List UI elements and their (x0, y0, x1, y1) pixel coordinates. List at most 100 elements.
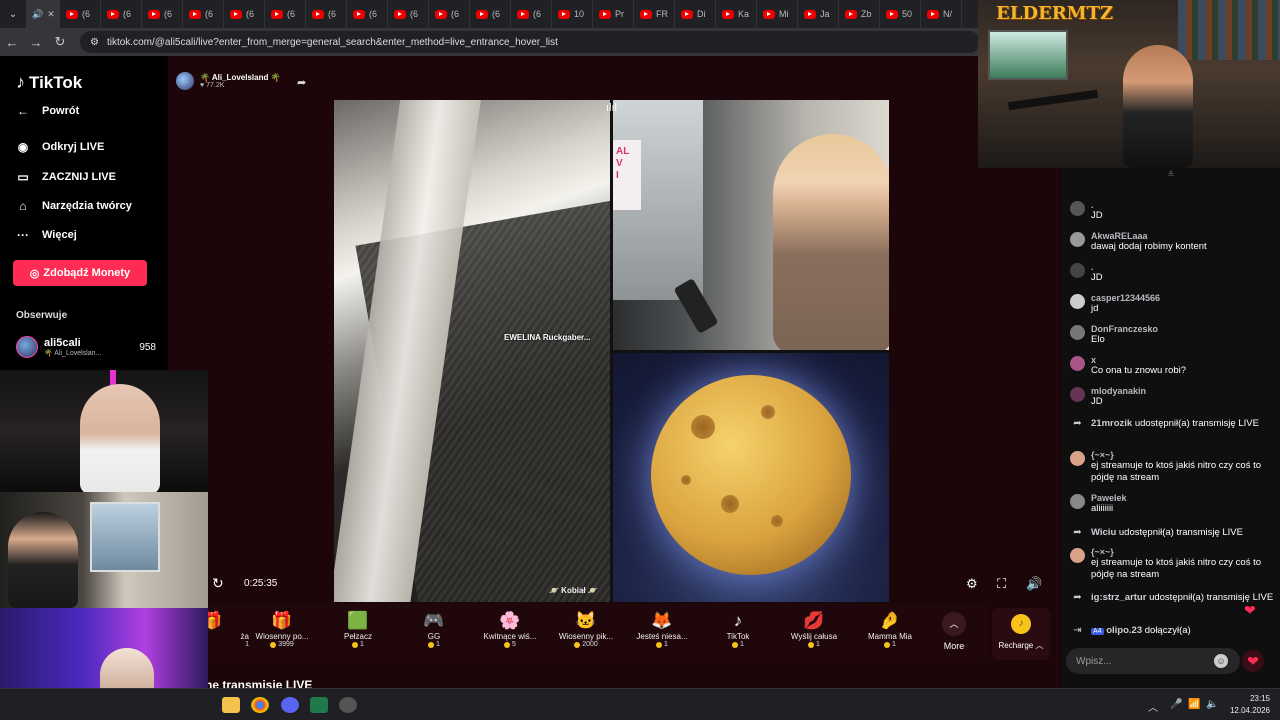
chat-username[interactable]: {~×~} (1091, 547, 1276, 557)
browser-tab[interactable]: Di (675, 0, 716, 28)
browser-tab[interactable]: (6 (142, 0, 183, 28)
sidebar-item-go-live[interactable]: ▭ ZACZNIJ LIVE (14, 170, 116, 184)
following-item[interactable]: ali5cali 🌴 Ali_Lovelslan... 958 (16, 334, 156, 360)
gift-item[interactable]: ♪ TikTok 1 (701, 610, 775, 648)
sidebar-item-creator-tools[interactable]: ⌂ Narzędzia twórcy (14, 199, 132, 213)
browser-tab[interactable]: (6 (306, 0, 347, 28)
tab-search-button[interactable]: ⌄ (0, 0, 26, 28)
browser-tab[interactable]: N/ (921, 0, 962, 28)
chat-username[interactable]: x (1091, 355, 1186, 365)
speaker-icon[interactable]: 🔈 (1206, 699, 1218, 710)
browser-tab[interactable]: Ja (798, 0, 839, 28)
gift-item[interactable]: 🤌 Mamma Mia 1 (853, 610, 927, 648)
browser-tab-active[interactable]: 🔊 ✕ (26, 0, 60, 28)
settings-icon[interactable]: ⚙ (966, 576, 978, 592)
chat-text: Co ona tu znowu robi? (1091, 365, 1187, 376)
refresh-icon[interactable]: ↻ (212, 575, 224, 592)
gift-item[interactable]: 🐱 Wiosenny pik... 2000 (549, 610, 623, 648)
address-bar[interactable]: ⚙ tiktok.com/@ali5cali/live?enter_from_m… (80, 31, 980, 53)
avatar[interactable] (1070, 356, 1085, 371)
gift-item[interactable]: 🌸 Kwitnące wiś... 5 (473, 610, 547, 648)
avatar[interactable] (1070, 548, 1085, 563)
tray-chevron-icon[interactable]: ︿ (1148, 699, 1158, 714)
browser-tab[interactable]: (6 (265, 0, 306, 28)
browser-tab[interactable]: (6 (347, 0, 388, 28)
back-arrow-icon[interactable]: ← (0, 28, 24, 56)
chat-username[interactable]: DonFranczesko (1091, 324, 1158, 334)
obs-icon[interactable] (339, 697, 357, 713)
browser-tab[interactable]: (6 (101, 0, 142, 28)
browser-tab[interactable]: Zb (839, 0, 880, 28)
recharge-label: Recharge ︿ (998, 641, 1044, 650)
site-info-icon[interactable]: ⚙ (90, 37, 99, 48)
close-tab-icon[interactable]: ✕ (47, 9, 55, 20)
youtube-icon (804, 9, 816, 19)
avatar[interactable] (1070, 263, 1085, 278)
recharge-button[interactable]: ♪ Recharge ︿ (992, 608, 1050, 660)
volume-icon[interactable]: 🔊 (1026, 576, 1042, 592)
gift-item[interactable]: 🎮 GG 1 (397, 610, 471, 648)
gift-item[interactable]: 🎁 Wiosenny po... 3999 (245, 610, 319, 648)
chat-username[interactable]: {~×~} (1091, 450, 1276, 460)
chat-username[interactable]: mlodyanakin (1091, 386, 1146, 396)
avatar[interactable] (1070, 294, 1085, 309)
browser-tab[interactable]: 50 (880, 0, 921, 28)
chat-join-notice: ⇥ A4 olipo.23 dołączył(a) (1070, 625, 1276, 640)
get-coins-button[interactable]: ◎ Zdobądź Monety (13, 260, 147, 286)
host-info[interactable]: 🌴 Ali_Lovelsland 🌴 ♥ 77.2K (176, 72, 281, 90)
avatar[interactable] (1070, 325, 1085, 340)
gift-price: 5 (473, 641, 547, 648)
chat-username[interactable]: ig:strz_artur (1091, 592, 1146, 603)
chat-username[interactable]: olipo.23 (1106, 625, 1142, 636)
browser-tab[interactable]: (6 (60, 0, 101, 28)
back-button[interactable]: ← Powrót (14, 104, 79, 118)
avatar[interactable] (1070, 201, 1085, 216)
tiktok-logo[interactable]: ♪ TikTok (16, 72, 82, 93)
chat-username[interactable]: casper12344566 (1091, 293, 1160, 303)
browser-tab[interactable]: (6 (224, 0, 265, 28)
browser-tab[interactable]: (6 (470, 0, 511, 28)
like-heart-button[interactable]: ❤ (1242, 650, 1264, 672)
browser-tab[interactable]: (6 (183, 0, 224, 28)
browser-tab[interactable]: (6 (511, 0, 552, 28)
browser-tab[interactable]: (6 (388, 0, 429, 28)
reload-icon[interactable]: ↻ (48, 28, 72, 56)
chat-username[interactable]: 21mrozik (1091, 418, 1132, 429)
avatar[interactable] (1070, 232, 1085, 247)
browser-tab[interactable]: FR (634, 0, 675, 28)
xbox-app-icon[interactable] (310, 697, 328, 713)
emoji-icon[interactable]: ☺ (1214, 654, 1228, 668)
avatar[interactable] (1070, 451, 1085, 466)
file-explorer-icon[interactable] (222, 697, 240, 713)
browser-tab[interactable]: 10 (552, 0, 593, 28)
browser-tab[interactable]: (6 (429, 0, 470, 28)
chat-username[interactable]: Wiciu (1091, 527, 1116, 538)
chat-username[interactable]: . (1091, 200, 1103, 210)
share-icon[interactable]: ➦ (297, 76, 306, 89)
browser-tab[interactable]: Pr (593, 0, 634, 28)
clock[interactable]: 23:15 12.04.2026 (1230, 693, 1270, 717)
wifi-icon[interactable]: 📶 (1188, 699, 1200, 710)
gift-item[interactable]: 🟩 Pełzacz 1 (321, 610, 395, 648)
more-gifts-button[interactable]: ︿ More (940, 612, 968, 651)
gift-item[interactable]: 💋 Wyślij całusa 1 (777, 610, 851, 648)
live-video[interactable]: AL V I EWELINA Ruckgaber... 🪐 Kobiał 🪐 (334, 100, 889, 602)
avatar[interactable] (1070, 387, 1085, 402)
gift-item[interactable]: 🦊 Jesteś niesa... 1 (625, 610, 699, 648)
tab-label: 50 (902, 9, 913, 19)
forward-arrow-icon[interactable]: → (24, 28, 48, 56)
webcam-overlay-1 (0, 370, 208, 492)
sidebar-item-discover-live[interactable]: ◉ Odkryj LIVE (14, 140, 105, 154)
chat-username[interactable]: Pawelek (1091, 493, 1127, 503)
chrome-icon[interactable] (251, 697, 269, 713)
avatar[interactable] (1070, 494, 1085, 509)
browser-tab[interactable]: Ka (716, 0, 757, 28)
chat-username[interactable]: . (1091, 262, 1103, 272)
browser-tab[interactable]: Mi (757, 0, 798, 28)
mic-icon[interactable]: 🎤 (1170, 699, 1182, 710)
discord-icon[interactable] (281, 697, 299, 713)
sidebar-item-more[interactable]: ··· Więcej (14, 228, 77, 242)
back-label: Powrót (42, 105, 80, 117)
chat-username[interactable]: AkwaRELaaa (1091, 231, 1207, 241)
fullscreen-icon[interactable]: ⛶ (997, 576, 1006, 592)
